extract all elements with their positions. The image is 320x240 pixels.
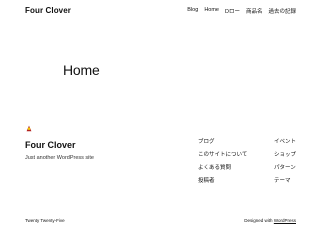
- footer-link-events[interactable]: イベント: [274, 139, 296, 152]
- designed-with-credit: Designed with WordPress: [244, 218, 296, 223]
- primary-nav: Blog Home Dロー 商品名 過去の記録: [187, 7, 296, 15]
- footer-link-about[interactable]: このサイトについて: [198, 152, 247, 165]
- wordpress-link[interactable]: WordPress: [274, 218, 296, 223]
- footer-link-shop[interactable]: ショップ: [274, 152, 296, 165]
- nav-item-4[interactable]: 商品名: [246, 7, 263, 15]
- footer-link-blog[interactable]: ブログ: [198, 139, 247, 152]
- site-logo-icon[interactable]: [25, 124, 33, 132]
- nav-item-5[interactable]: 過去の記録: [268, 7, 296, 15]
- nav-item-3[interactable]: Dロー: [225, 7, 240, 15]
- nav-item-home[interactable]: Home: [204, 7, 219, 15]
- footer-link-faq[interactable]: よくある質問: [198, 165, 247, 178]
- page-title: Home: [63, 62, 100, 78]
- footer-link-themes[interactable]: テーマ: [274, 178, 296, 191]
- footer-nav-col-2: イベント ショップ パターン テーマ: [274, 139, 296, 191]
- footer-nav-col-1: ブログ このサイトについて よくある質問 投稿者: [198, 139, 247, 191]
- nav-item-blog[interactable]: Blog: [187, 7, 198, 15]
- footer-site-title[interactable]: Four Clover: [25, 140, 76, 150]
- footer-link-authors[interactable]: 投稿者: [198, 178, 247, 191]
- designed-with-text: Designed with: [244, 218, 273, 223]
- footer-link-patterns[interactable]: パターン: [274, 165, 296, 178]
- footer-tagline: Just another WordPress site: [25, 155, 94, 161]
- site-title[interactable]: Four Clover: [25, 6, 71, 15]
- theme-credit: Twenty Twenty-Five: [25, 218, 65, 223]
